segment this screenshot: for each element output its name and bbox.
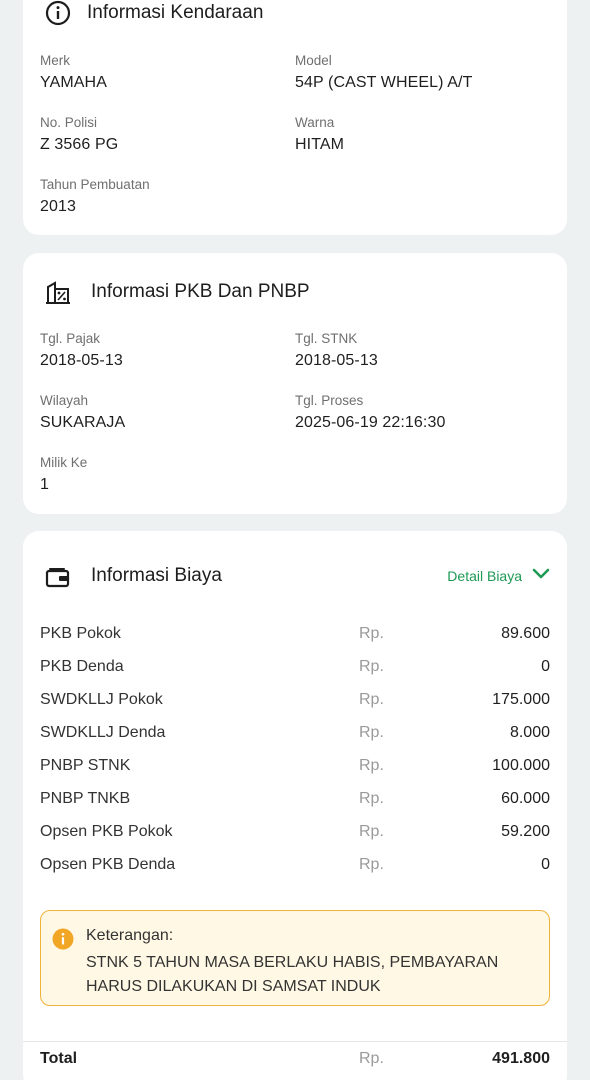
keterangan-title: Keterangan:	[86, 927, 174, 944]
fee-name: SWDKLLJ Denda	[40, 724, 166, 741]
fee-currency: Rp.	[359, 724, 384, 741]
wilayah-value: SUKARAJA	[40, 414, 126, 431]
total-amount: 491.800	[492, 1050, 550, 1067]
fee-row: PNBP TNKB Rp. 60.000	[40, 790, 550, 814]
fee-currency: Rp.	[359, 790, 384, 807]
field-merk: Merk YAMAHA	[40, 53, 107, 92]
model-value: 54P (CAST WHEEL) A/T	[295, 74, 473, 91]
fee-currency: Rp.	[359, 757, 384, 774]
fee-amount: 100.000	[492, 757, 550, 774]
tgl-proses-value: 2025-06-19 22:16:30	[295, 414, 446, 431]
field-model: Model 54P (CAST WHEEL) A/T	[295, 53, 472, 92]
keterangan-note: Keterangan: STNK 5 TAHUN MASA BERLAKU HA…	[40, 910, 550, 1006]
fee-name: PNBP STNK	[40, 757, 131, 774]
total-currency: Rp.	[359, 1050, 384, 1067]
fee-amount: 175.000	[492, 691, 550, 708]
fee-currency: Rp.	[359, 625, 384, 642]
fee-amount: 8.000	[509, 724, 550, 741]
field-wilayah: Wilayah SUKARAJA	[40, 393, 125, 432]
fee-amount: 60.000	[501, 790, 550, 807]
field-warna: Warna HITAM	[295, 115, 344, 154]
fee-currency: Rp.	[359, 823, 384, 840]
fee-row: SWDKLLJ Pokok Rp. 175.000	[40, 691, 550, 715]
pkb-info-card: Informasi PKB Dan PNBP Tgl. Pajak 2018-0…	[23, 253, 567, 514]
fee-name: SWDKLLJ Pokok	[40, 691, 163, 708]
tax-building-icon	[43, 277, 73, 307]
tgl-stnk-value: 2018-05-13	[295, 352, 378, 369]
fee-currency: Rp.	[359, 691, 384, 708]
nopol-value: Z 3566 PG	[40, 136, 119, 153]
biaya-info-header: Informasi Biaya	[43, 561, 222, 591]
fee-currency: Rp.	[359, 856, 384, 873]
pkb-info-title: Informasi PKB Dan PNBP	[91, 281, 310, 302]
merk-value: YAMAHA	[40, 74, 107, 91]
warna-label: Warna	[295, 115, 335, 130]
tgl-pajak-label: Tgl. Pajak	[40, 331, 101, 346]
fee-name: PKB Denda	[40, 658, 124, 675]
fee-row: PKB Pokok Rp. 89.600	[40, 625, 550, 649]
fee-amount: 0	[541, 658, 550, 675]
fee-row: Opsen PKB Pokok Rp. 59.200	[40, 823, 550, 847]
model-label: Model	[295, 53, 332, 68]
fee-amount: 59.200	[501, 823, 550, 840]
tgl-pajak-value: 2018-05-13	[40, 352, 123, 369]
detail-biaya-toggle[interactable]: Detail Biaya	[447, 567, 550, 585]
fee-amount: 89.600	[501, 625, 550, 642]
total-divider	[23, 1041, 567, 1042]
fee-name: Opsen PKB Pokok	[40, 823, 173, 840]
fee-row: PNBP STNK Rp. 100.000	[40, 757, 550, 781]
keterangan-text: STNK 5 TAHUN MASA BERLAKU HABIS, PEMBAYA…	[86, 954, 499, 995]
field-tgl-pajak: Tgl. Pajak 2018-05-13	[40, 331, 123, 370]
wilayah-label: Wilayah	[40, 393, 89, 408]
vehicle-info-title: Informasi Kendaraan	[87, 2, 264, 23]
merk-label: Merk	[40, 53, 70, 68]
biaya-info-card: Informasi Biaya Detail Biaya PKB Pokok Rp…	[23, 531, 567, 1080]
warna-value: HITAM	[295, 136, 345, 153]
total-label: Total	[40, 1050, 78, 1067]
tahun-value: 2013	[40, 198, 76, 215]
fee-name: Opsen PKB Denda	[40, 856, 176, 873]
field-tahun: Tahun Pembuatan 2013	[40, 177, 150, 216]
fee-currency: Rp.	[359, 658, 384, 675]
fee-row: Opsen PKB Denda Rp. 0	[40, 856, 550, 880]
fee-name: PNBP TNKB	[40, 790, 131, 807]
nopol-label: No. Polisi	[40, 115, 98, 130]
chevron-down-icon[interactable]	[532, 567, 550, 585]
vehicle-info-card: Informasi Kendaraan Merk YAMAHA Model 54…	[23, 0, 567, 235]
pkb-info-header: Informasi PKB Dan PNBP	[43, 277, 310, 307]
milik-label: Milik Ke	[40, 455, 88, 470]
field-tgl-proses: Tgl. Proses 2025-06-19 22:16:30	[295, 393, 445, 432]
field-tgl-stnk: Tgl. STNK 2018-05-13	[295, 331, 378, 370]
fee-name: PKB Pokok	[40, 625, 121, 642]
vehicle-info-header: Informasi Kendaraan	[43, 0, 263, 28]
total-row: Total Rp. 491.800	[40, 1050, 550, 1074]
tgl-proses-label: Tgl. Proses	[295, 393, 364, 408]
fee-row: SWDKLLJ Denda Rp. 8.000	[40, 724, 550, 748]
info-icon	[43, 0, 73, 28]
wallet-icon	[43, 561, 73, 591]
detail-biaya-label[interactable]: Detail Biaya	[447, 568, 522, 584]
tgl-stnk-label: Tgl. STNK	[295, 331, 358, 346]
field-nopol: No. Polisi Z 3566 PG	[40, 115, 118, 154]
tahun-label: Tahun Pembuatan	[40, 177, 150, 192]
milik-value: 1	[40, 476, 49, 493]
fee-row: PKB Denda Rp. 0	[40, 658, 550, 682]
warning-info-icon	[52, 928, 74, 955]
fee-amount: 0	[541, 856, 550, 873]
biaya-info-title: Informasi Biaya	[91, 565, 222, 586]
field-milik: Milik Ke 1	[40, 455, 87, 494]
